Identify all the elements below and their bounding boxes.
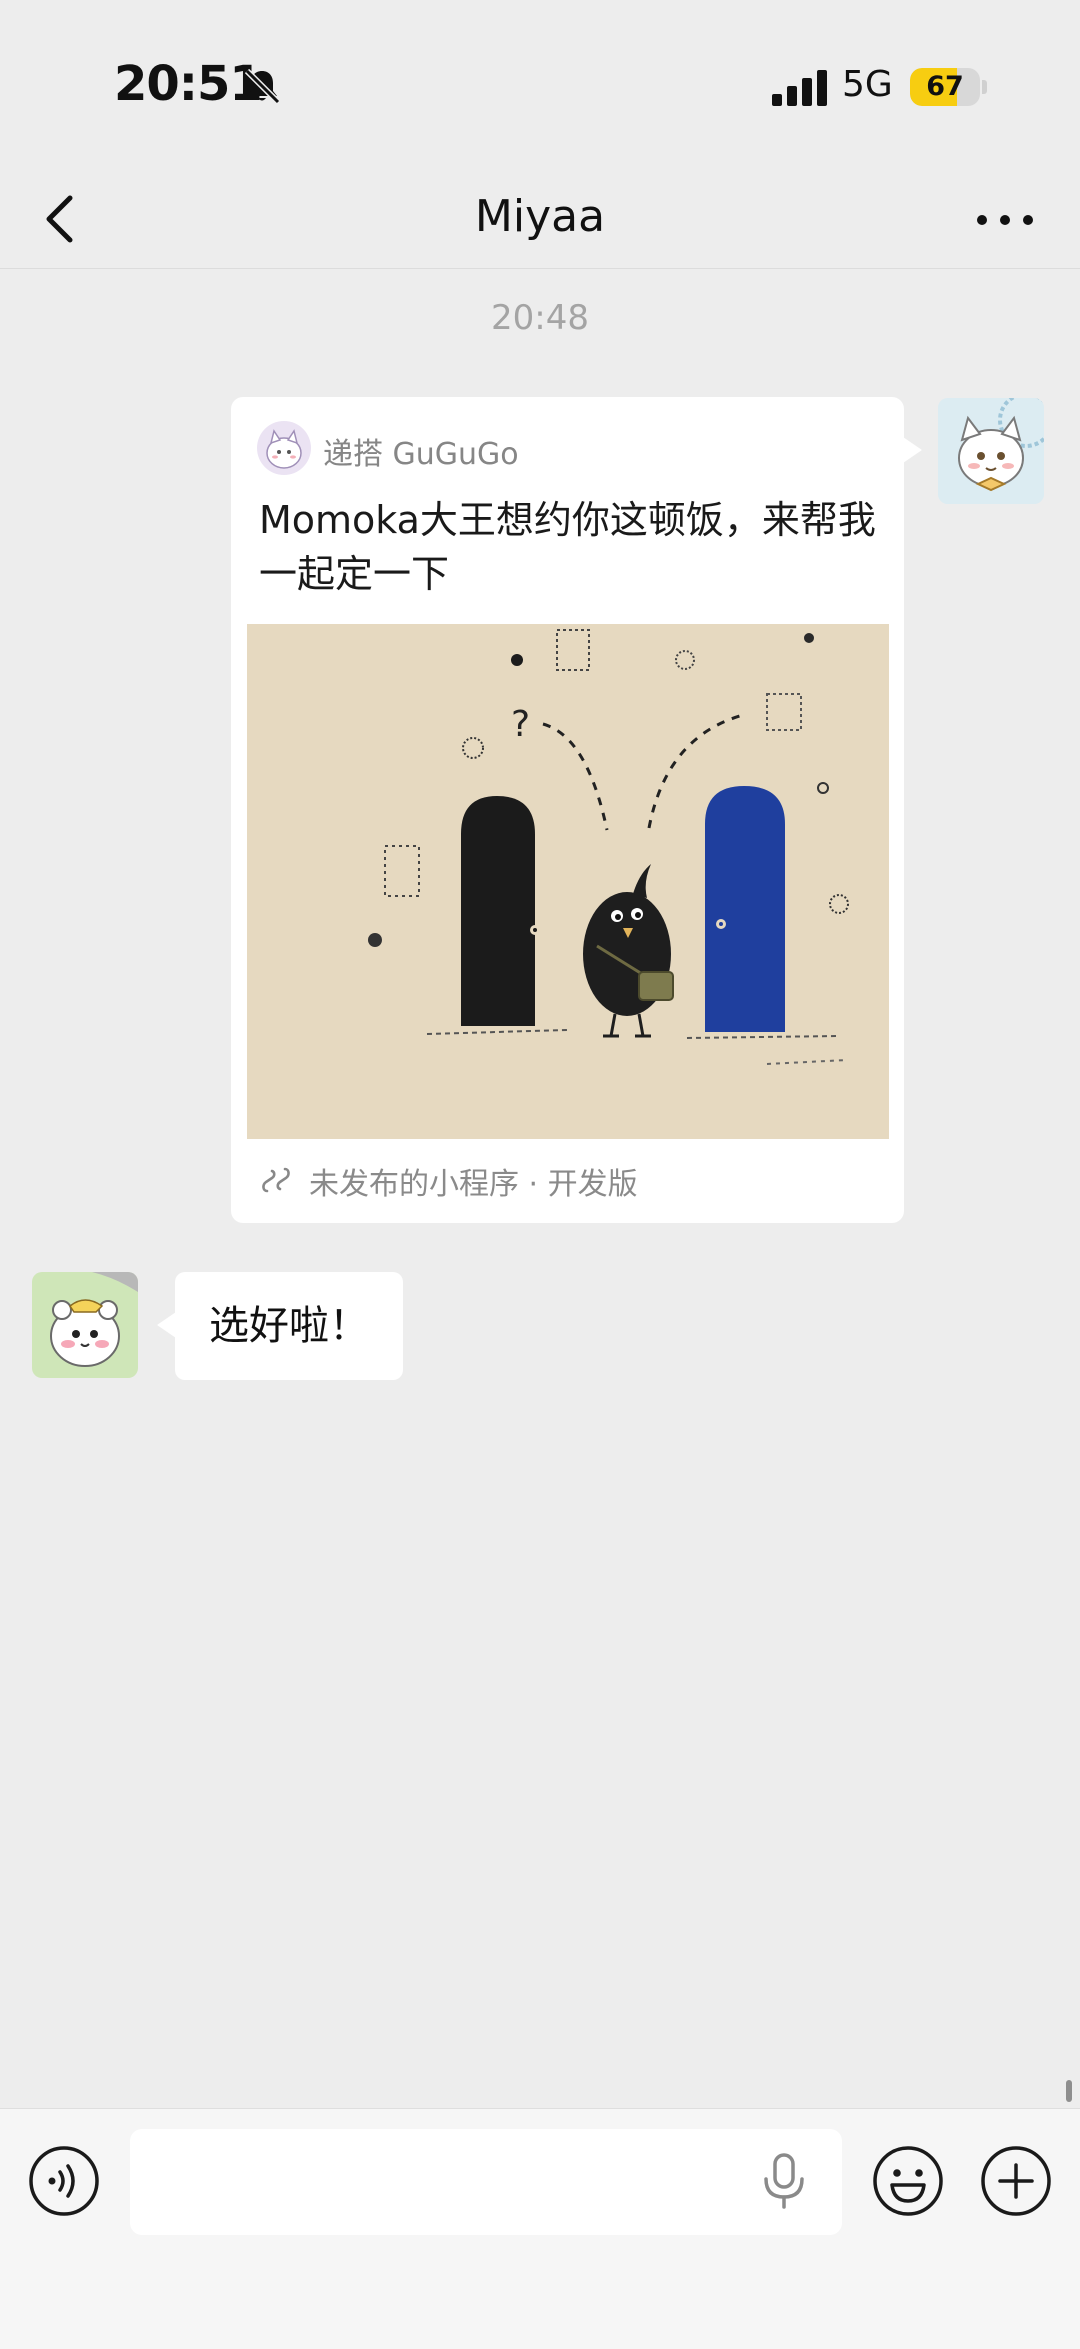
nav-bar: Miyaa xyxy=(0,170,1080,269)
cat-avatar[interactable] xyxy=(938,398,1044,504)
battery-tip xyxy=(982,80,987,94)
battery-icon: 67 xyxy=(910,68,980,106)
mini-program-card[interactable]: 递搭 GuGuGo Momoka大王想约你这顿饭，来帮我一起定一下 ? 未发布的… xyxy=(231,397,922,1223)
message-bubble[interactable]: 选好啦！ xyxy=(157,1272,403,1380)
more-dots-icon[interactable] xyxy=(970,190,1040,250)
signal-icon xyxy=(772,70,827,106)
mic-icon[interactable] xyxy=(758,2151,810,2211)
battery-level: 67 xyxy=(926,71,964,102)
status-bar: 20:51 5G 67 xyxy=(0,0,1080,170)
voice-icon[interactable] xyxy=(28,2145,100,2217)
mini-program-title: Momoka大王想约你这顿饭，来帮我一起定一下 xyxy=(259,498,876,596)
status-time: 20:51 xyxy=(114,56,263,112)
chat-title: Miyaa xyxy=(474,191,606,242)
bird-between-two-doors-illustration: ? xyxy=(247,624,889,1139)
mini-program-logo xyxy=(257,421,311,475)
message-input[interactable] xyxy=(130,2129,842,2235)
message-timestamp: 20:48 xyxy=(491,298,589,338)
mini-program-status: 未发布的小程序 · 开发版 xyxy=(309,1167,638,1202)
mini-program-icon xyxy=(262,1167,290,1193)
svg-text:?: ? xyxy=(511,704,530,745)
hamster-avatar[interactable] xyxy=(32,1272,138,1378)
network-label: 5G xyxy=(842,64,893,105)
input-bar xyxy=(0,2108,1080,2349)
mini-program-source: 递搭 GuGuGo xyxy=(323,437,519,472)
plus-icon[interactable] xyxy=(980,2145,1052,2217)
silent-bell-icon xyxy=(244,68,281,105)
emoji-icon[interactable] xyxy=(872,2145,944,2217)
scroll-indicator[interactable] xyxy=(1066,2080,1072,2102)
